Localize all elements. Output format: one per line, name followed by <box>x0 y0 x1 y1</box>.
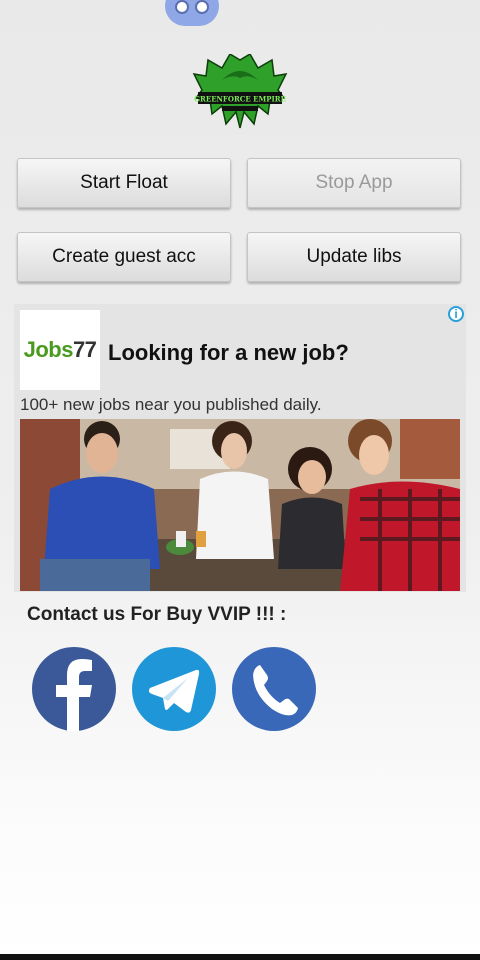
ad-brand-number: 77 <box>72 337 97 362</box>
stop-app-button[interactable]: Stop App <box>247 158 461 208</box>
create-guest-button[interactable]: Create guest acc <box>17 232 231 282</box>
telegram-icon[interactable] <box>132 647 216 731</box>
ad-brand-prefix: Jobs <box>23 337 74 362</box>
handle-eye-right <box>195 0 209 14</box>
facebook-icon[interactable] <box>32 647 116 731</box>
logo-text: GREENFORCE EMPIRE <box>194 95 286 104</box>
update-libs-button[interactable]: Update libs <box>247 232 461 282</box>
ad-headline: Looking for a new job? <box>108 340 349 365</box>
ad-subtext: 100+ new jobs near you published daily. <box>20 395 322 414</box>
phone-icon[interactable] <box>232 647 316 731</box>
bottom-edge-bar <box>0 954 480 960</box>
app-logo: GREENFORCE EMPIRE <box>192 54 288 129</box>
ad-info-icon[interactable]: i <box>448 306 464 322</box>
ad-brand-logo: Jobs 77 <box>20 310 100 390</box>
ad-banner[interactable]: Jobs 77 i Looking for a new job? 100+ new… <box>14 304 466 592</box>
handle-eye-left <box>175 0 189 14</box>
start-float-button[interactable]: Start Float <box>17 158 231 208</box>
ad-photo <box>20 419 460 591</box>
floating-handle[interactable] <box>165 0 219 26</box>
contact-label: Contact us For Buy VVIP !!! : <box>27 604 287 625</box>
